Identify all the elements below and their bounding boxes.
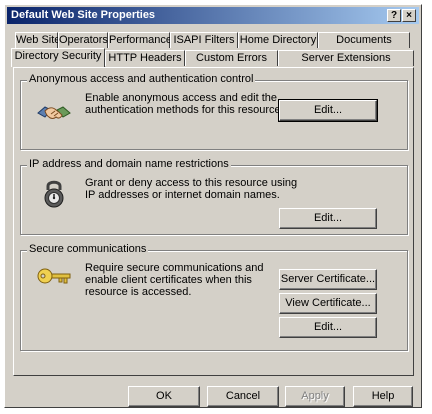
tab-server-extensions[interactable]: Server Extensions <box>278 50 414 66</box>
ip-restrictions-group: IP address and domain name restrictions … <box>20 158 408 235</box>
window-title: Default Web Site Properties <box>11 9 156 21</box>
padlock-icon <box>44 180 64 208</box>
secure-communications-label: Secure communications <box>27 243 149 255</box>
properties-dialog: Default Web Site Properties ? × Web Site… <box>4 4 422 408</box>
close-title-button[interactable]: × <box>402 9 416 22</box>
view-certificate-button[interactable]: View Certificate... <box>279 293 377 314</box>
ok-button[interactable]: OK <box>128 386 200 407</box>
server-certificate-button[interactable]: Server Certificate... <box>279 269 377 290</box>
key-icon <box>37 268 71 284</box>
anonymous-access-description: Enable anonymous access and edit the aut… <box>85 92 284 116</box>
tab-performance[interactable]: Performance <box>108 32 172 48</box>
tab-documents[interactable]: Documents <box>318 32 410 48</box>
tab-isapi-filters[interactable]: ISAPI Filters <box>170 32 238 48</box>
cancel-button[interactable]: Cancel <box>207 386 279 407</box>
ip-edit-button[interactable]: Edit... <box>279 208 377 229</box>
tab-custom-errors[interactable]: Custom Errors <box>185 50 278 66</box>
anonymous-access-label: Anonymous access and authentication cont… <box>27 73 256 85</box>
tab-directory-security[interactable]: Directory Security <box>11 48 105 67</box>
secure-communications-description: Require secure communications and enable… <box>85 262 264 298</box>
tab-operators[interactable]: Operators <box>58 32 108 48</box>
title-bar[interactable]: Default Web Site Properties ? × <box>7 7 419 24</box>
secure-edit-button[interactable]: Edit... <box>279 317 377 338</box>
apply-button[interactable]: Apply <box>285 386 345 407</box>
tab-http-headers[interactable]: HTTP Headers <box>105 50 185 66</box>
directory-security-panel: Anonymous access and authentication cont… <box>13 67 414 376</box>
secure-communications-group: Secure communications Require secure com… <box>20 243 408 351</box>
tab-web-site[interactable]: Web Site <box>15 32 60 48</box>
ip-restrictions-description: Grant or deny access to this resource us… <box>85 177 298 201</box>
tab-home-directory[interactable]: Home Directory <box>238 32 318 48</box>
help-button[interactable]: Help <box>353 386 413 407</box>
help-title-button[interactable]: ? <box>387 9 401 22</box>
ip-restrictions-label: IP address and domain name restrictions <box>27 158 231 170</box>
handshake-icon <box>37 106 71 119</box>
anonymous-edit-button[interactable]: Edit... <box>278 99 378 122</box>
anonymous-access-group: Anonymous access and authentication cont… <box>20 73 408 150</box>
